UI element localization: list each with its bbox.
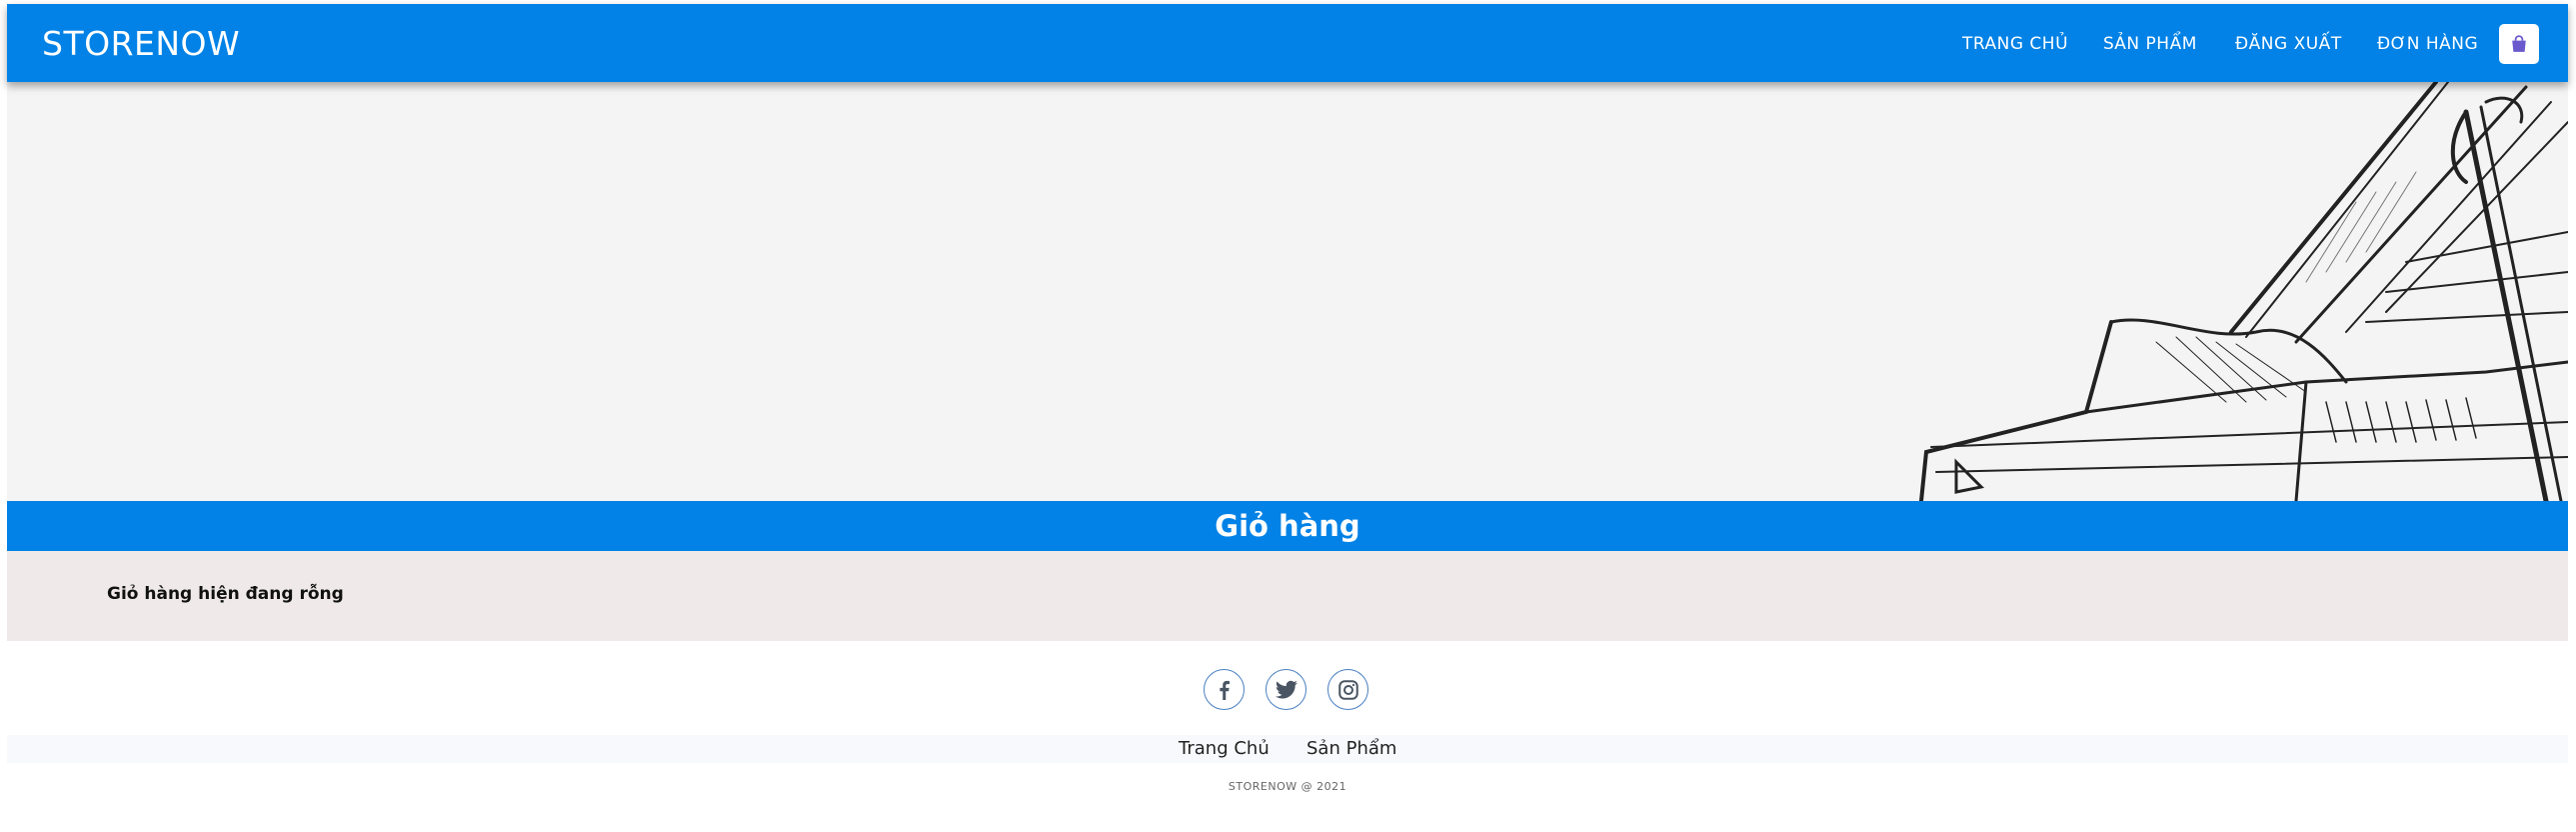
instagram-link[interactable] (1327, 669, 1368, 710)
footer-link-products[interactable]: Sản Phẩm (1306, 738, 1396, 759)
nav-logout[interactable]: ĐĂNG XUẤT (2235, 34, 2342, 54)
page: STORENOW TRANG CHỦ SẢN PHẨM ĐĂNG XUẤT ĐƠ… (7, 4, 2568, 763)
twitter-link[interactable] (1266, 669, 1306, 710)
cart-content: Giỏ hàng hiện đang rỗng (7, 551, 2568, 641)
social-links (7, 641, 2568, 735)
nav-home[interactable]: TRANG CHỦ (1962, 34, 2068, 54)
piano-sketch-image (1919, 82, 2568, 501)
shopping-bag-icon (2512, 35, 2526, 52)
nav-products[interactable]: SẢN PHẨM (2103, 34, 2197, 54)
brand-logo[interactable]: STORENOW (42, 24, 240, 63)
facebook-link[interactable] (1204, 669, 1245, 710)
empty-cart-message: Giỏ hàng hiện đang rỗng (107, 584, 344, 604)
footer-nav: Trang Chủ Sản Phẩm (7, 735, 2568, 763)
cart-title: Giỏ hàng (1215, 509, 1360, 543)
hero-banner (7, 82, 2568, 501)
twitter-icon (1275, 680, 1297, 699)
copyright-text: STORENOW @ 2021 (1228, 780, 1347, 793)
facebook-icon (1219, 680, 1230, 700)
instagram-icon (1337, 679, 1358, 700)
cart-title-bar: Giỏ hàng (7, 501, 2568, 551)
footer-link-home[interactable]: Trang Chủ (1179, 738, 1270, 759)
navbar: STORENOW TRANG CHỦ SẢN PHẨM ĐĂNG XUẤT ĐƠ… (7, 4, 2568, 82)
cart-button[interactable] (2499, 24, 2539, 64)
nav-orders[interactable]: ĐƠN HÀNG (2377, 34, 2478, 54)
